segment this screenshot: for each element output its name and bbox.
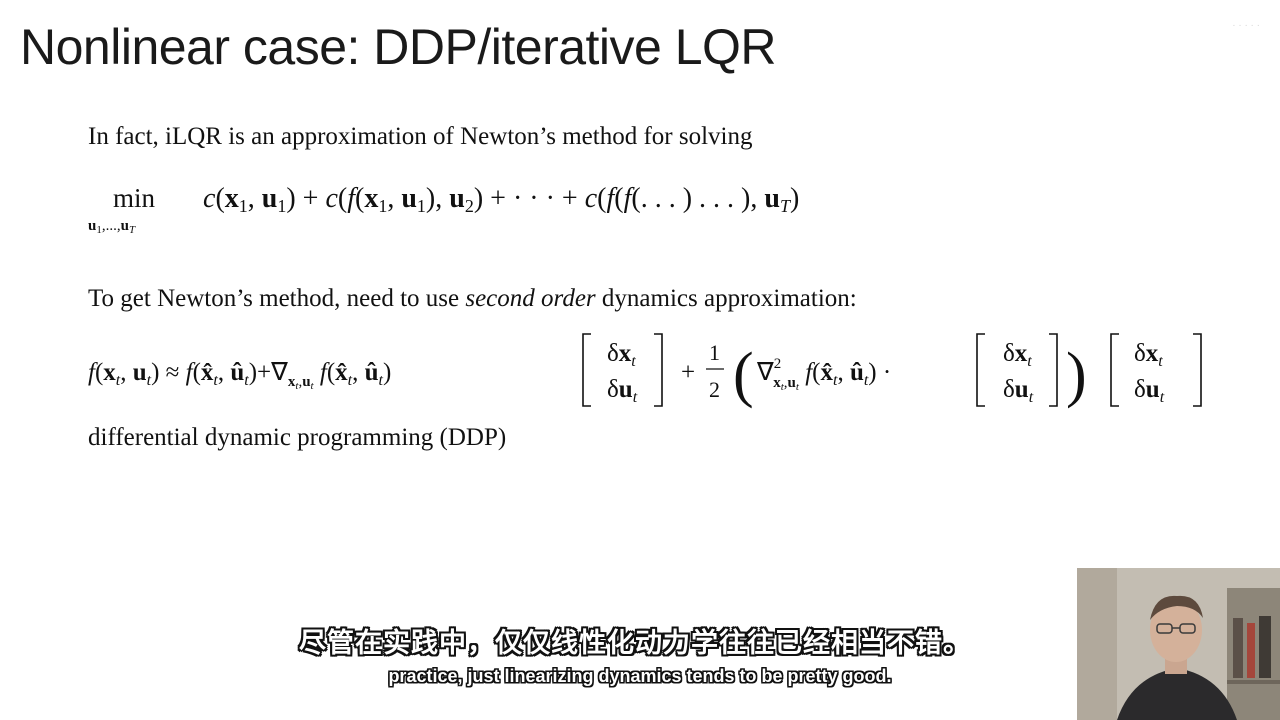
svg-text:δut: δut — [607, 376, 638, 406]
svg-text:min: min — [113, 183, 156, 213]
svg-text:δxt: δxt — [1134, 340, 1163, 370]
svg-text:δut: δut — [1134, 376, 1165, 406]
subtitle-english: practice, just linearizing dynamics tend… — [388, 666, 892, 686]
svg-text:2: 2 — [709, 377, 720, 402]
dynamics-equation: f(xt, ut) ≈ f(x̂t, ût)+∇xt,ut f(x̂t, ût)… — [88, 333, 1202, 409]
svg-text:+: + — [681, 359, 695, 386]
svg-text:δxt: δxt — [1003, 340, 1032, 370]
svg-text:δxt: δxt — [607, 340, 636, 370]
svg-text:u1,...,uT: u1,...,uT — [88, 218, 136, 236]
svg-text:δut: δut — [1003, 376, 1034, 406]
svg-text:1: 1 — [709, 340, 720, 365]
svg-text:(: ( — [733, 341, 754, 409]
svg-text:∇2xt,ut f(x̂t, ût) ·: ∇2 xt,ut f(x̂t, ût) · — [756, 356, 891, 393]
svg-text:c(x1, u1) + c(f(x1, u1), u2) +: c(x1, u1) + c(f(x1, u1), u2) + · · · + c… — [203, 183, 799, 216]
svg-text:f(xt, ut) ≈ f(x̂t, ût)+∇xt,ut: f(xt, ut) ≈ f(x̂t, ût)+∇xt,ut f(x̂t, ût) — [88, 359, 391, 392]
svg-text:): ) — [1066, 341, 1087, 409]
objective-equation: min u1,...,uT c(x1, u1) + c(f(x1, u1), u… — [88, 183, 799, 236]
subtitle-chinese: 尽管在实践中，仅仅线性化动力学往往已经相当不错。 — [299, 628, 971, 659]
